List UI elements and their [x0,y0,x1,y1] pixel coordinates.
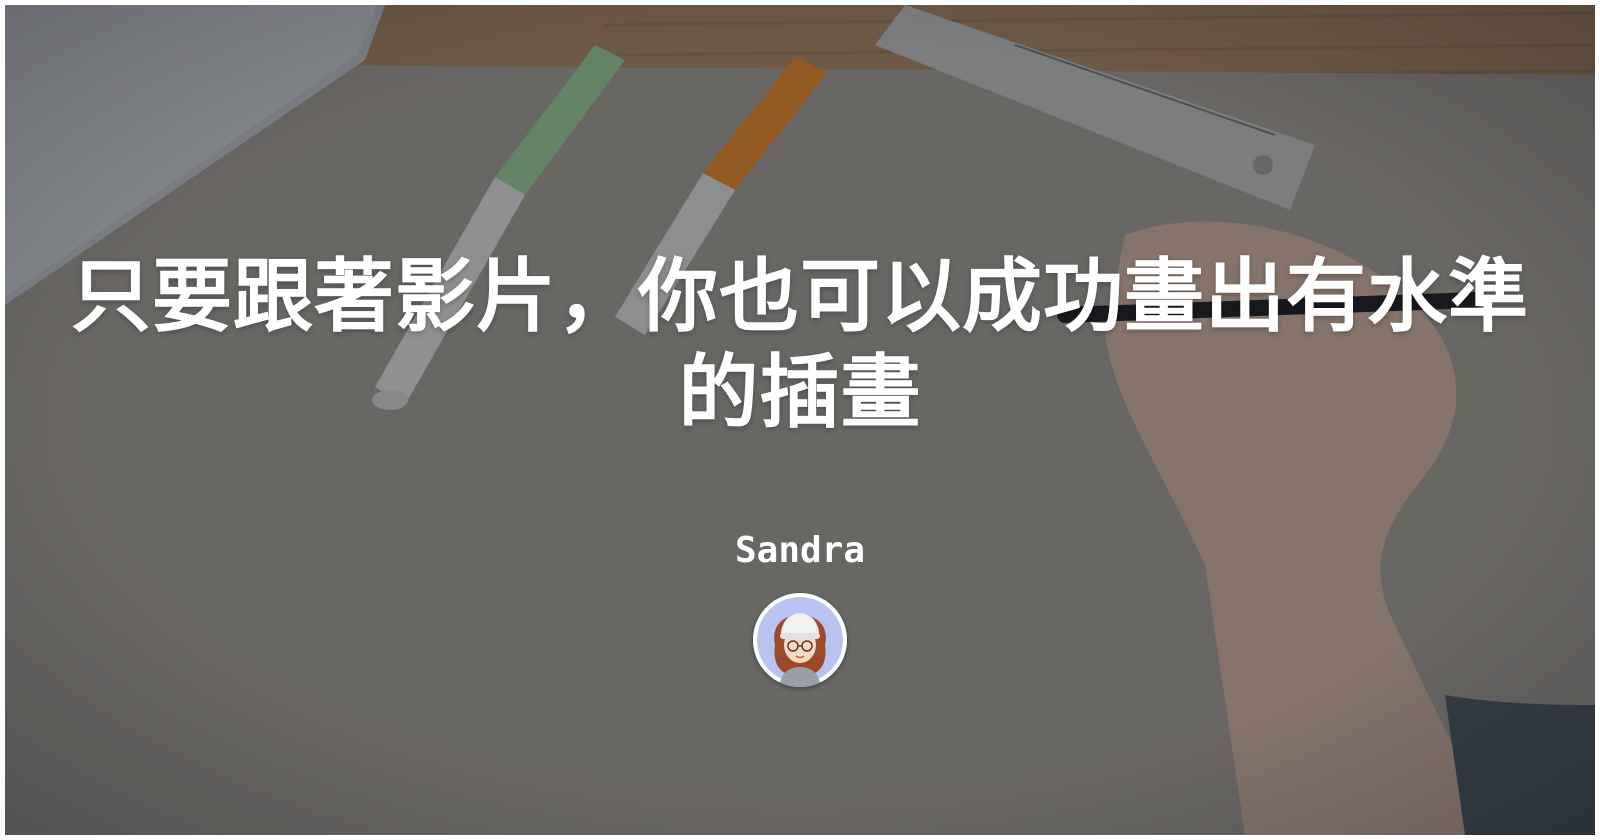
author-name[interactable]: Sandra [5,529,1595,573]
hero-card[interactable]: 只要跟著影片，你也可以成功畫出有水準的插畫 Sandra [5,5,1595,835]
avatar-icon [757,597,843,687]
post-title[interactable]: 只要跟著影片，你也可以成功畫出有水準的插畫 [65,249,1535,441]
author-avatar[interactable] [753,593,847,687]
